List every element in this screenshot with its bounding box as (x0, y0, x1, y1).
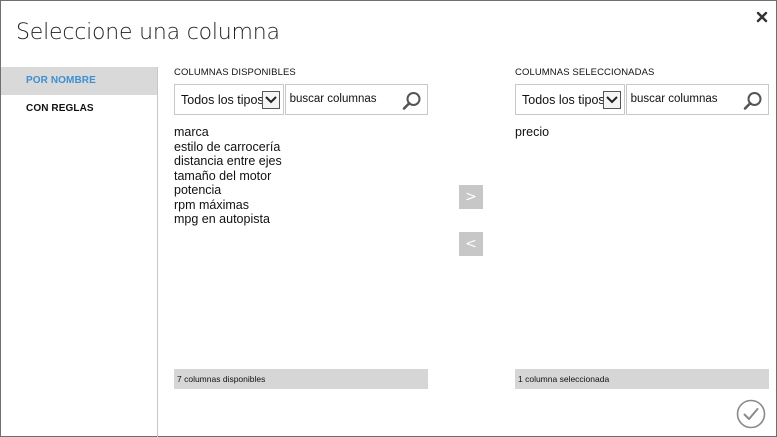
available-type-select[interactable]: Todos los tipos (174, 84, 284, 115)
available-columns-list: marca estilo de carrocería distancia ent… (174, 125, 428, 227)
selected-search-box (625, 84, 769, 115)
ok-button[interactable] (736, 399, 766, 429)
add-column-button[interactable]: > (459, 185, 483, 209)
chevron-down-icon (602, 91, 621, 109)
available-search-input[interactable] (289, 93, 402, 105)
sidebar-item-by-name[interactable]: POR NOMBRE (1, 67, 157, 95)
search-icon[interactable] (402, 91, 422, 111)
list-item[interactable]: estilo de carrocería (174, 140, 428, 155)
close-icon (756, 11, 768, 23)
search-icon[interactable] (743, 91, 763, 111)
selected-filter-row: Todos los tipos (515, 84, 769, 115)
selected-type-select-value: Todos los tipos (522, 92, 605, 107)
available-columns-label: COLUMNAS DISPONIBLES (174, 67, 296, 78)
list-item[interactable]: tamaño del motor (174, 169, 428, 184)
available-filter-row: Todos los tipos (174, 84, 428, 115)
close-button[interactable] (755, 10, 769, 24)
selected-type-select[interactable]: Todos los tipos (515, 84, 625, 115)
remove-column-button[interactable]: < (459, 232, 483, 256)
list-item[interactable]: mpg en autopista (174, 212, 428, 227)
available-count: 7 columnas disponibles (174, 369, 428, 389)
list-item[interactable]: potencia (174, 183, 428, 198)
list-item[interactable]: rpm máximas (174, 198, 428, 213)
sidebar: POR NOMBRE CON REGLAS (1, 67, 158, 437)
dialog-title: Seleccione una columna (16, 20, 280, 45)
select-column-dialog: Seleccione una columna POR NOMBRE CON RE… (0, 0, 777, 437)
selected-columns-list: precio (515, 125, 769, 140)
list-item[interactable]: marca (174, 125, 428, 140)
available-search-box (284, 84, 428, 115)
list-item[interactable]: distancia entre ejes (174, 154, 428, 169)
selected-count: 1 columna seleccionada (515, 369, 769, 389)
selected-columns-label: COLUMNAS SELECCIONADAS (515, 67, 655, 78)
available-type-select-value: Todos los tipos (181, 92, 264, 107)
selected-columns-panel: COLUMNAS SELECCIONADAS Todos los tipos p… (515, 67, 769, 389)
chevron-down-icon (261, 91, 280, 109)
checkmark-circle-icon (736, 399, 766, 429)
list-item[interactable]: precio (515, 125, 769, 140)
available-columns-panel: COLUMNAS DISPONIBLES Todos los tipos mar… (174, 67, 428, 389)
sidebar-item-with-rules[interactable]: CON REGLAS (1, 95, 157, 123)
selected-search-input[interactable] (630, 93, 743, 105)
